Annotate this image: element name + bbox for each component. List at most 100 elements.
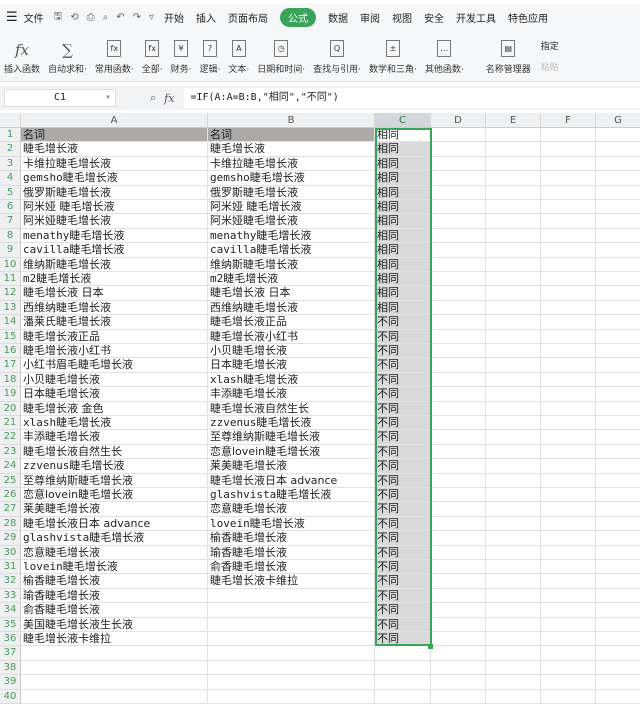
cell-G13[interactable] [596,301,640,316]
cell-C32[interactable]: 不同 [375,574,431,589]
cell-D8[interactable] [431,228,486,244]
cell-E26[interactable] [486,488,541,503]
cell-E11[interactable] [486,272,541,287]
column-header-B[interactable]: B [208,113,375,128]
row-header[interactable]: 6 [0,200,21,215]
cell-A37[interactable] [21,646,208,661]
cell-D37[interactable] [431,646,486,661]
cell-A28[interactable]: 睫毛增长液日本 advance [21,516,208,532]
cell-B10[interactable]: 维纳斯睫毛增长液 [208,257,375,272]
ribbon-button-4[interactable]: ¥ 财务· [167,30,196,81]
cell-B35[interactable] [208,617,375,632]
cell-A12[interactable]: 睫毛增长液 日本 [21,286,208,301]
cell-F36[interactable] [541,632,596,647]
cell-D17[interactable] [431,358,486,373]
row-header[interactable]: 34 [0,603,21,618]
cell-D34[interactable] [431,603,486,618]
cell-A24[interactable]: zzvenus睫毛增长液 [21,459,208,474]
cell-B33[interactable] [208,588,375,604]
hamburger-icon[interactable]: ☰ [6,10,18,25]
row-header[interactable]: 20 [0,401,21,416]
row-header[interactable]: 33 [0,588,21,604]
cell-E35[interactable] [486,617,541,632]
cell-B34[interactable] [208,603,375,618]
cell-B25[interactable]: 睫毛增长液日本 advance [208,473,375,488]
cell-E36[interactable] [486,632,541,647]
cell-G35[interactable] [596,618,640,632]
row-header[interactable]: 22 [0,430,21,445]
cell-G31[interactable] [596,560,640,575]
cell-C29[interactable]: 不同 [375,531,431,546]
cell-D5[interactable] [431,185,486,200]
cell-C7[interactable]: 相同 [375,214,431,229]
cell-B14[interactable]: 睫毛增长液正品 [208,315,375,330]
cell-C35[interactable]: 不同 [375,617,431,632]
cell-C8[interactable]: 相同 [375,228,431,244]
cell-B3[interactable]: 卡维拉睫毛增长液 [208,156,375,172]
cell-C22[interactable]: 不同 [375,430,431,445]
cell-B2[interactable]: 睫毛增长液 [208,142,375,157]
row-header[interactable]: 29 [0,531,21,546]
cell-E34[interactable] [486,603,541,618]
cell-C31[interactable]: 不同 [375,560,431,575]
cell-D26[interactable] [431,488,486,503]
row-header[interactable]: 9 [0,243,21,258]
cell-F28[interactable] [541,516,596,532]
cell-A16[interactable]: 睫毛增长液小红书 [21,344,208,359]
ribbon-button-6[interactable]: A 文本· [224,30,253,81]
row-header[interactable]: 39 [0,675,21,690]
row-header[interactable]: 7 [0,214,21,229]
cell-A31[interactable]: lovein睫毛增长液 [21,560,208,575]
cell-F13[interactable] [541,300,596,316]
row-header[interactable]: 32 [0,574,21,589]
cell-F20[interactable] [541,401,596,416]
cell-B24[interactable]: 莱美睫毛增长液 [208,459,375,474]
menu-tab-6[interactable]: 审阅 [360,10,380,25]
cell-F29[interactable] [541,531,596,546]
cell-B6[interactable]: 阿米娅 睫毛增长液 [208,200,375,215]
column-header-C[interactable]: C [375,113,431,128]
cell-A1[interactable]: 名词 [21,128,208,143]
cell-F15[interactable] [541,329,596,344]
cell-A7[interactable]: 阿米娅睫毛增长液 [21,214,208,229]
select-all-corner[interactable] [0,113,21,128]
cell-C2[interactable]: 相同 [375,142,431,157]
cell-E24[interactable] [486,459,541,474]
cell-D16[interactable] [431,344,486,359]
cell-B5[interactable]: 俄罗斯睫毛增长液 [208,185,375,200]
cell-G40[interactable] [596,690,640,704]
cell-E21[interactable] [486,416,541,431]
cell-F2[interactable] [541,142,596,157]
cell-F34[interactable] [541,603,596,618]
cell-D18[interactable] [431,372,486,388]
cell-B30[interactable]: 瑜香睫毛增长液 [208,545,375,560]
cell-E14[interactable] [486,315,541,330]
cell-C19[interactable]: 不同 [375,387,431,402]
row-header[interactable]: 5 [0,185,21,200]
cell-B4[interactable]: gemsho睫毛增长液 [208,171,375,186]
cell-F9[interactable] [541,243,596,258]
cell-F11[interactable] [541,272,596,287]
cell-A9[interactable]: cavilla睫毛增长液 [21,243,208,258]
row-header[interactable]: 23 [0,444,21,460]
ribbon-button-2[interactable]: fx 常用函数· [91,30,138,81]
row-header[interactable]: 36 [0,632,21,647]
cell-A19[interactable]: 日本睫毛增长液 [21,387,208,402]
cell-G9[interactable] [596,243,640,258]
column-header-A[interactable]: A [21,113,208,128]
cell-A11[interactable]: m2睫毛增长液 [21,272,208,287]
cell-C9[interactable]: 相同 [375,243,431,258]
cell-C14[interactable]: 不同 [375,315,431,330]
cell-D27[interactable] [431,502,486,517]
cell-E10[interactable] [486,257,541,272]
cell-F32[interactable] [541,574,596,589]
cell-D30[interactable] [431,545,486,560]
cell-C30[interactable]: 不同 [375,545,431,560]
cell-B9[interactable]: cavilla睫毛增长液 [208,243,375,258]
cell-G1[interactable] [596,128,640,143]
cell-E40[interactable] [486,689,541,704]
cell-F1[interactable] [541,128,596,143]
cell-B19[interactable]: 丰添睫毛增长液 [208,387,375,402]
cell-D9[interactable] [431,243,486,258]
cell-F23[interactable] [541,444,596,460]
